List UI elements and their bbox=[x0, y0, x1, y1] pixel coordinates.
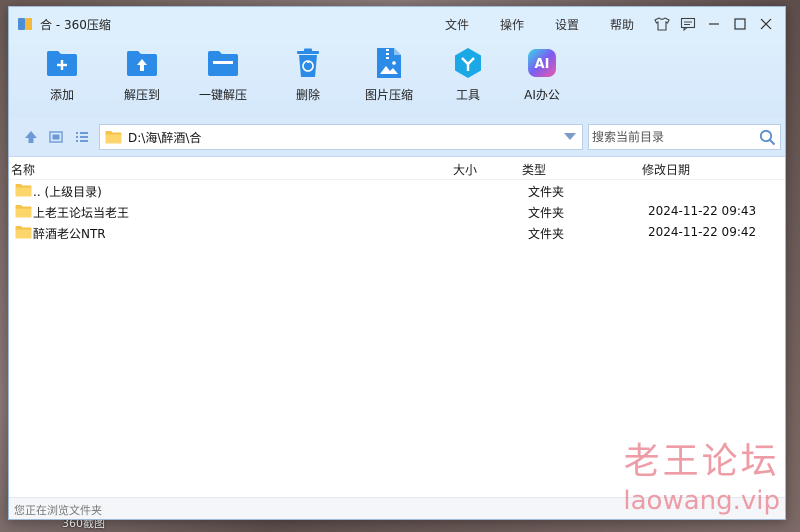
folder-icon bbox=[105, 130, 122, 144]
file-type: 文件夹 bbox=[528, 227, 565, 241]
file-name: .. (上级目录) bbox=[33, 185, 102, 199]
menu-help[interactable]: 帮助 bbox=[610, 16, 634, 33]
image-compress-label: 图片压缩 bbox=[364, 88, 413, 102]
delete-label: 删除 bbox=[295, 88, 320, 102]
file-type: 文件夹 bbox=[528, 206, 565, 220]
close-icon[interactable] bbox=[753, 12, 779, 36]
tools-label: 工具 bbox=[455, 88, 480, 102]
file-modified: 2024-11-22 09:43 bbox=[648, 204, 757, 218]
menu-bar: 文件 操作 设置 帮助 bbox=[445, 7, 665, 41]
column-type[interactable]: 类型 bbox=[522, 161, 546, 178]
address-bar: D:\海\醉酒\合 bbox=[9, 117, 785, 157]
extract-to-label: 解压到 bbox=[123, 88, 160, 102]
chevron-down-icon[interactable] bbox=[564, 133, 576, 140]
search-box bbox=[588, 124, 781, 150]
column-size[interactable]: 大小 bbox=[453, 161, 477, 178]
extract-to-button[interactable]: 解压到 bbox=[109, 46, 175, 103]
status-text: 您正在浏览文件夹 bbox=[14, 504, 102, 517]
watermark-url: laowang.vip bbox=[623, 486, 780, 516]
file-list: .. (上级目录) 文件夹 上老王论坛当老王 文件夹 2024-11-22 09… bbox=[9, 180, 785, 243]
list-view-icon[interactable] bbox=[73, 128, 91, 146]
window-controls bbox=[649, 7, 779, 41]
minimize-icon[interactable] bbox=[701, 12, 727, 36]
shirt-icon[interactable] bbox=[649, 12, 675, 36]
image-compress-icon bbox=[372, 46, 406, 80]
ai-office-button[interactable]: AI AI办公 bbox=[510, 46, 574, 103]
search-icon[interactable] bbox=[759, 129, 776, 149]
add-button[interactable]: 添加 bbox=[29, 46, 95, 103]
extract-to-icon bbox=[125, 46, 159, 80]
file-type: 文件夹 bbox=[528, 185, 565, 199]
tools-button[interactable]: 工具 bbox=[440, 46, 496, 103]
one-click-extract-label: 一键解压 bbox=[198, 88, 247, 102]
delete-button[interactable]: 删除 bbox=[275, 46, 341, 103]
menu-file[interactable]: 文件 bbox=[445, 16, 469, 33]
folder-icon bbox=[15, 183, 32, 200]
file-row-parent[interactable]: .. (上级目录) 文件夹 bbox=[9, 180, 785, 201]
search-input[interactable] bbox=[592, 130, 752, 144]
ai-office-icon: AI bbox=[525, 46, 559, 80]
column-header: 名称 大小 类型 修改日期 bbox=[9, 157, 785, 180]
folder-icon bbox=[15, 204, 32, 221]
image-compress-button[interactable]: 图片压缩 bbox=[352, 46, 426, 103]
file-row[interactable]: 上老王论坛当老王 文件夹 2024-11-22 09:43 bbox=[9, 201, 785, 222]
svg-text:AI: AI bbox=[535, 57, 550, 72]
watermark: 老王论坛 laowang.vip bbox=[623, 432, 780, 516]
column-modified[interactable]: 修改日期 bbox=[642, 161, 690, 178]
column-name[interactable]: 名称 bbox=[11, 161, 35, 178]
path-text: D:\海\醉酒\合 bbox=[128, 130, 202, 145]
maximize-icon[interactable] bbox=[727, 12, 753, 36]
thumbnail-view-icon[interactable] bbox=[47, 128, 65, 146]
menu-settings[interactable]: 设置 bbox=[555, 16, 579, 33]
toolbar: 添加 解压到 一键解压 删除 图片压缩 工具 AI AI办公 bbox=[9, 41, 785, 117]
tools-icon bbox=[451, 46, 485, 80]
add-button-label: 添加 bbox=[49, 88, 74, 102]
file-modified: 2024-11-22 09:42 bbox=[648, 225, 757, 239]
path-field[interactable]: D:\海\醉酒\合 bbox=[99, 124, 583, 150]
add-folder-icon bbox=[45, 46, 79, 80]
up-level-icon[interactable] bbox=[22, 128, 40, 146]
folder-icon bbox=[15, 225, 32, 242]
file-name: 醉酒老公NTR bbox=[33, 227, 106, 241]
one-click-extract-icon bbox=[206, 46, 240, 80]
title-bar: 合 - 360压缩 文件 操作 设置 帮助 bbox=[9, 7, 785, 41]
message-icon[interactable] bbox=[675, 12, 701, 36]
window-title: 合 - 360压缩 bbox=[40, 17, 111, 32]
one-click-extract-button[interactable]: 一键解压 bbox=[187, 46, 259, 103]
watermark-title: 老王论坛 bbox=[623, 441, 780, 482]
menu-operate[interactable]: 操作 bbox=[500, 16, 524, 33]
ai-office-label: AI办公 bbox=[524, 88, 560, 102]
delete-icon bbox=[291, 46, 325, 80]
file-name: 上老王论坛当老王 bbox=[33, 206, 130, 220]
file-row[interactable]: 醉酒老公NTR 文件夹 2024-11-22 09:42 bbox=[9, 222, 785, 243]
app-logo-icon bbox=[18, 16, 34, 32]
